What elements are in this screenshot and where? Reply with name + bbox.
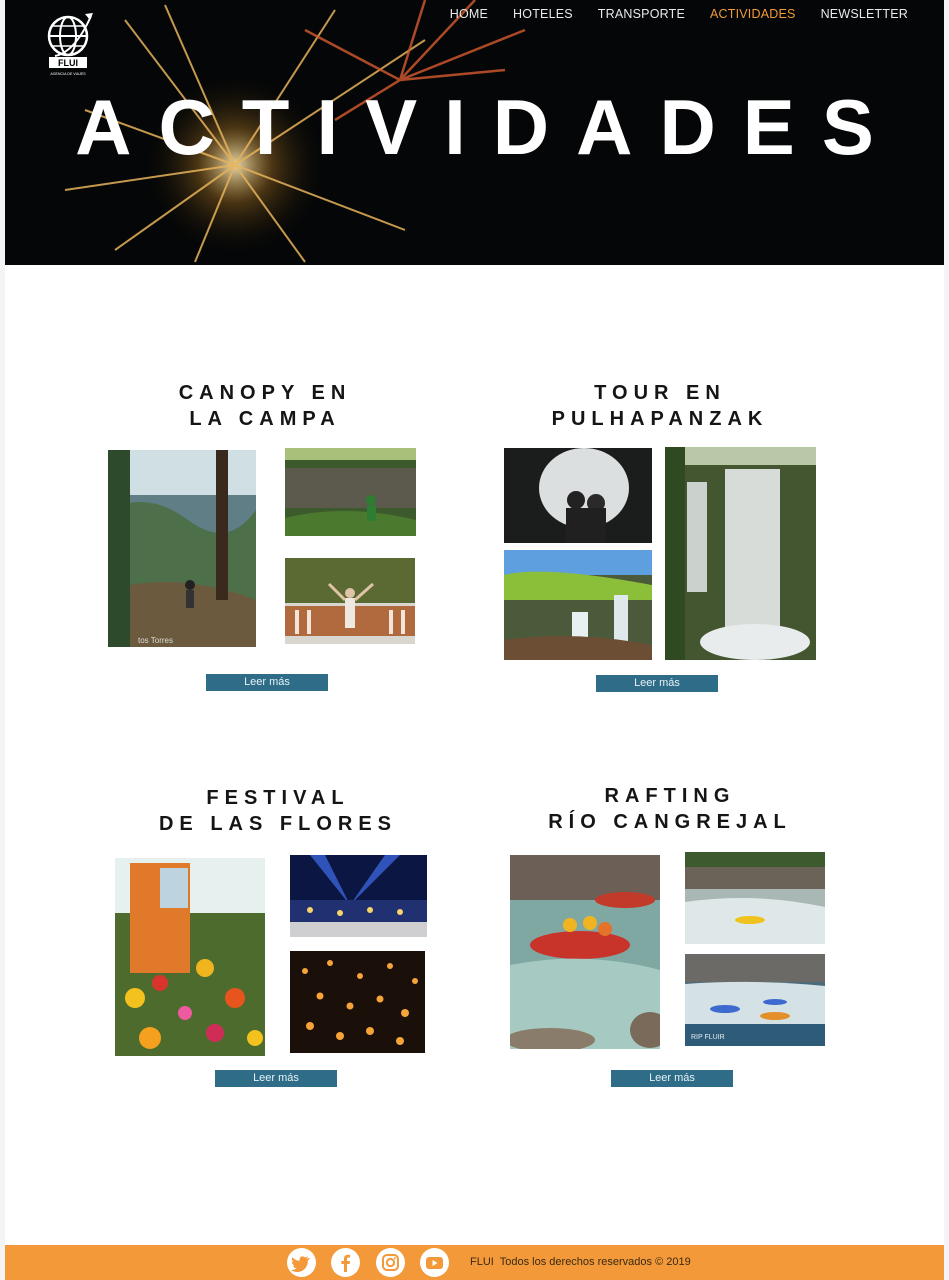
pulhapanzak-photo-1 bbox=[504, 448, 652, 543]
footer-brand: FLUI bbox=[470, 1256, 494, 1268]
canopy-photo-1: tos Torres bbox=[108, 450, 256, 647]
activity-title-festival: FESTIVAL DE LAS FLORES bbox=[123, 785, 433, 837]
activity-title-line1: FESTIVAL bbox=[206, 787, 350, 809]
activity-title-line2: RÍO CANGREJAL bbox=[548, 811, 792, 833]
festival-photo-2 bbox=[290, 855, 427, 937]
activity-title-pulhapanzak: TOUR EN PULHAPANZAK bbox=[505, 380, 815, 432]
pulhapanzak-photo-3 bbox=[665, 447, 816, 660]
festival-photo-1 bbox=[115, 858, 265, 1056]
pulhapanzak-photo-2 bbox=[504, 550, 652, 660]
nav-transporte[interactable]: TRANSPORTE bbox=[598, 7, 685, 21]
read-more-button-festival[interactable]: Leer más bbox=[215, 1070, 337, 1087]
logo[interactable]: FLUI AGENCIA DE VIAJES bbox=[45, 12, 95, 80]
logo-text: FLUI bbox=[58, 58, 78, 68]
read-more-button-pulhapanzak[interactable]: Leer más bbox=[596, 675, 718, 692]
activity-title-line2: LA CAMPA bbox=[189, 408, 341, 430]
activity-title-line2: PULHAPANZAK bbox=[551, 408, 769, 430]
copyright-text: FLUI Todos los derechos reservados © 201… bbox=[470, 1256, 691, 1268]
festival-photo-3 bbox=[290, 951, 425, 1053]
rafting-photo-1 bbox=[510, 855, 660, 1049]
footer: FLUI Todos los derechos reservados © 201… bbox=[5, 1245, 944, 1280]
nav-newsletter[interactable]: NEWSLETTER bbox=[821, 7, 908, 21]
globe-icon: FLUI AGENCIA DE VIAJES bbox=[47, 13, 93, 76]
rafting-photo-3: RIP FLUIR bbox=[685, 954, 825, 1046]
read-more-button-canopy[interactable]: Leer más bbox=[206, 674, 328, 691]
youtube-icon[interactable] bbox=[420, 1248, 449, 1277]
logo-tagline: AGENCIA DE VIAJES bbox=[50, 72, 86, 76]
page: FLUI AGENCIA DE VIAJES HOME HOTELES TRAN… bbox=[5, 0, 944, 1280]
photo-caption: tos Torres bbox=[138, 636, 173, 645]
activity-title-line2: DE LAS FLORES bbox=[158, 813, 397, 835]
canopy-photo-3 bbox=[285, 558, 415, 644]
nav-hoteles[interactable]: HOTELES bbox=[513, 7, 573, 21]
activity-title-line1: CANOPY EN bbox=[178, 382, 352, 404]
main-nav: HOME HOTELES TRANSPORTE ACTIVIDADES NEWS… bbox=[450, 7, 908, 21]
activity-title-line1: TOUR EN bbox=[594, 382, 726, 404]
read-more-button-rafting[interactable]: Leer más bbox=[611, 1070, 733, 1087]
facebook-icon[interactable] bbox=[331, 1248, 360, 1277]
photo-caption: RIP FLUIR bbox=[691, 1034, 725, 1041]
activity-title-canopy: CANOPY EN LA CAMPA bbox=[110, 380, 420, 432]
twitter-icon[interactable] bbox=[287, 1248, 316, 1277]
page-title: ACTIVIDADES bbox=[75, 83, 901, 171]
nav-home[interactable]: HOME bbox=[450, 7, 488, 21]
canopy-photo-2 bbox=[285, 448, 416, 536]
activity-title-rafting: RAFTING RÍO CANGREJAL bbox=[515, 783, 825, 835]
nav-actividades[interactable]: ACTIVIDADES bbox=[710, 7, 796, 21]
rafting-photo-2 bbox=[685, 852, 825, 944]
footer-copyright: Todos los derechos reservados © 2019 bbox=[499, 1256, 691, 1268]
activity-title-line1: RAFTING bbox=[604, 785, 736, 807]
instagram-icon[interactable] bbox=[376, 1248, 405, 1277]
hero-banner: FLUI AGENCIA DE VIAJES HOME HOTELES TRAN… bbox=[5, 0, 944, 265]
